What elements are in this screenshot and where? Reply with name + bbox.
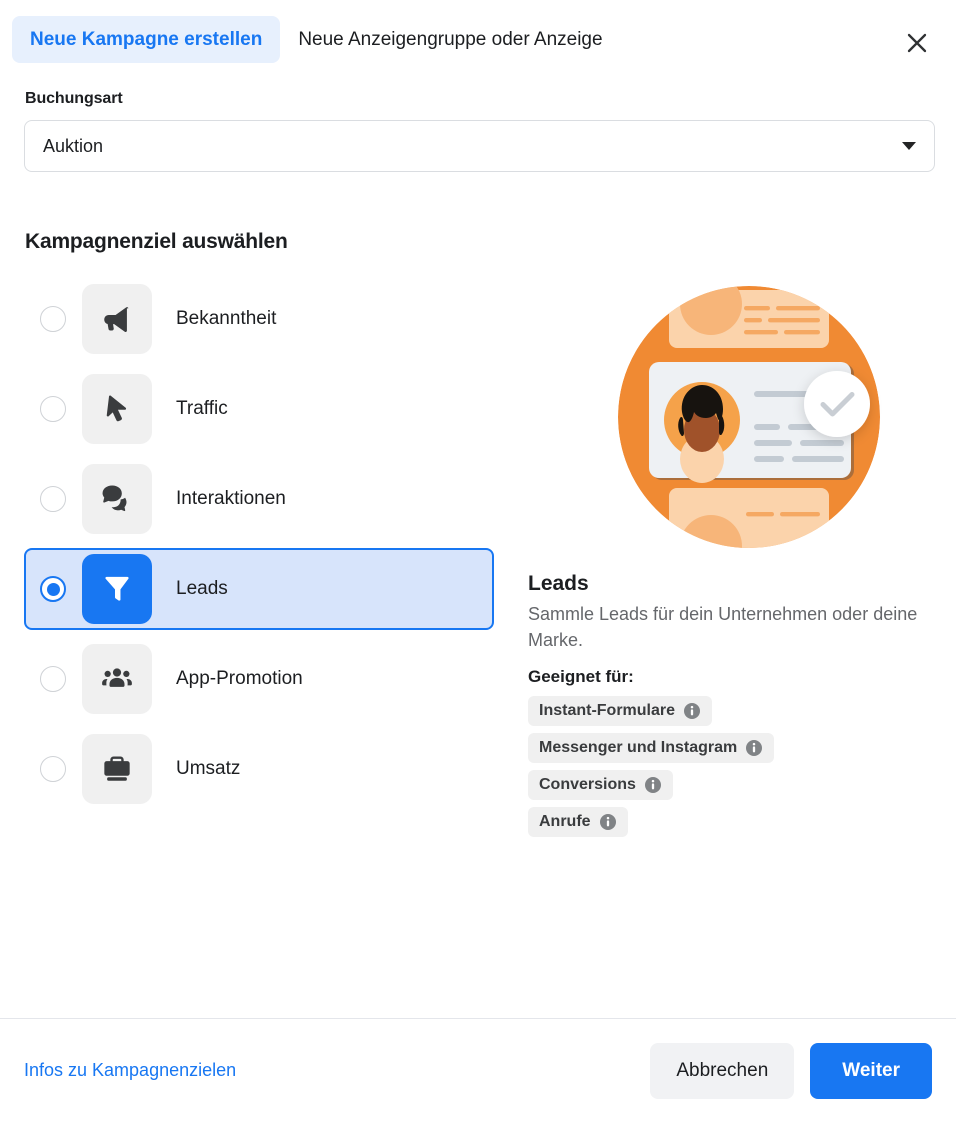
close-icon (907, 33, 927, 53)
info-icon (644, 777, 661, 794)
detail-suitable-label: Geeignet für: (528, 667, 634, 687)
pill-label: Conversions (539, 776, 636, 794)
objective-detail-panel: Leads Sammle Leads für dein Unternehmen … (494, 278, 932, 838)
objectives-list: Bekanntheit Traffic Interaktionen Leads … (24, 278, 494, 837)
pill-messenger-und-instagram[interactable]: Messenger und Instagram (528, 733, 775, 764)
speech-bubbles-icon (82, 464, 152, 534)
pill-label: Anrufe (539, 813, 591, 831)
booking-type-select[interactable]: Auktion (24, 120, 935, 172)
objective-option-traffic[interactable]: Traffic (24, 368, 494, 450)
detail-description: Sammle Leads für dein Unternehmen oder d… (528, 604, 918, 650)
objective-label: Umsatz (176, 758, 241, 779)
objectives-section-title: Kampagnenziel auswählen (25, 230, 288, 253)
objective-option-leads[interactable]: Leads (24, 548, 494, 630)
objective-option-umsatz[interactable]: Umsatz (24, 728, 494, 810)
info-icon (599, 814, 616, 831)
objectives-and-detail: Bekanntheit Traffic Interaktionen Leads … (24, 278, 932, 838)
objective-label: Interaktionen (176, 488, 286, 509)
objective-label: App-Promotion (176, 668, 303, 689)
detail-title: Leads (528, 572, 589, 595)
objective-label: Bekanntheit (176, 308, 277, 329)
megaphone-icon (82, 284, 152, 354)
briefcase-icon (82, 734, 152, 804)
radio-leads[interactable] (40, 576, 66, 602)
pill-anrufe[interactable]: Anrufe (528, 807, 628, 838)
radio-app-promotion[interactable] (40, 666, 66, 692)
radio-umsatz[interactable] (40, 756, 66, 782)
cursor-arrow-icon (82, 374, 152, 444)
pill-instant-formulare[interactable]: Instant-Formulare (528, 696, 713, 727)
campaign-objectives-info-link[interactable]: Infos zu Kampagnenzielen (24, 1060, 236, 1081)
info-icon (746, 740, 763, 757)
radio-bekanntheit[interactable] (40, 306, 66, 332)
footer-actions: Abbrechen Weiter (650, 1042, 932, 1099)
tab-new-campaign[interactable]: Neue Kampagne erstellen (12, 15, 281, 63)
pill-label: Messenger und Instagram (539, 739, 738, 757)
objective-option-app-promotion[interactable]: App-Promotion (24, 638, 494, 720)
close-button[interactable] (900, 26, 934, 60)
dialog-header: Neue Kampagne erstellen Neue Anzeigengru… (0, 0, 956, 78)
objective-option-bekanntheit[interactable]: Bekanntheit (24, 278, 494, 360)
cancel-button[interactable]: Abbrechen (650, 1042, 795, 1099)
funnel-icon (82, 554, 152, 624)
tab-new-adset-or-ad[interactable]: Neue Anzeigengruppe oder Anzeige (280, 16, 620, 63)
dialog-body: Buchungsart Auktion Kampagnenziel auswäh… (0, 78, 956, 1018)
next-button[interactable]: Weiter (810, 1042, 932, 1099)
suitable-pills: Instant-Formulare Messenger und Instagra… (528, 696, 932, 838)
radio-traffic[interactable] (40, 396, 66, 422)
radio-interaktionen[interactable] (40, 486, 66, 512)
booking-type-label: Buchungsart (25, 90, 123, 107)
info-icon (684, 703, 701, 720)
objective-label: Leads (176, 578, 228, 599)
pill-label: Instant-Formulare (539, 702, 676, 720)
create-campaign-dialog: Neue Kampagne erstellen Neue Anzeigengru… (0, 0, 956, 1122)
people-group-icon (82, 644, 152, 714)
booking-type-value: Auktion (43, 135, 104, 156)
chevron-down-icon (902, 142, 916, 150)
objective-label: Traffic (176, 398, 228, 419)
objective-option-interaktionen[interactable]: Interaktionen (24, 458, 494, 540)
leads-illustration (616, 284, 882, 550)
dialog-footer: Infos zu Kampagnenzielen Abbrechen Weite… (0, 1018, 956, 1122)
pill-conversions[interactable]: Conversions (528, 770, 673, 801)
